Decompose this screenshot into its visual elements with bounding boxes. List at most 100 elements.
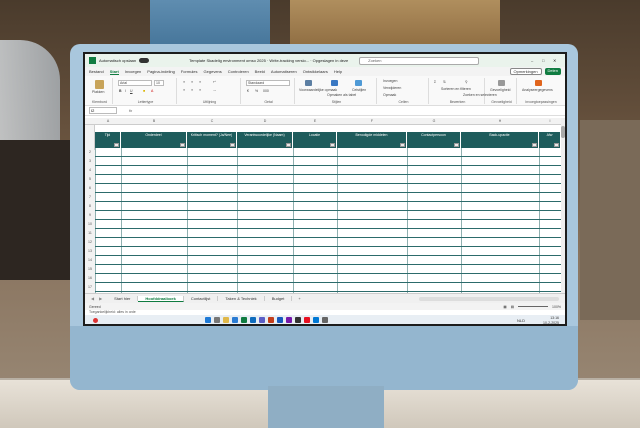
find-select-icon[interactable]: ⚲ (465, 80, 468, 84)
align-center-icon[interactable]: ≡ (191, 88, 193, 92)
table-header-cell[interactable]: Tijd (95, 132, 121, 148)
filter-dropdown-icon[interactable] (330, 143, 335, 147)
store-icon[interactable] (313, 317, 319, 323)
filter-dropdown-icon[interactable] (400, 143, 405, 147)
column-letter[interactable]: E (310, 119, 320, 123)
table-row[interactable] (95, 157, 561, 166)
normal-view-icon[interactable]: ▦ (503, 305, 506, 309)
comments-button[interactable]: Opmerkingen (509, 68, 542, 75)
row-number[interactable]: 7 (85, 195, 95, 204)
zoom-slider[interactable] (518, 306, 549, 307)
currency-icon[interactable]: € (247, 89, 249, 93)
table-row[interactable] (95, 193, 561, 202)
table-header-cell[interactable]: Kritisch moment? (Ja/Nee) (187, 132, 237, 148)
font-color-icon[interactable]: A (151, 89, 153, 93)
table-header-cell[interactable]: Benodigde middelen (337, 132, 407, 148)
font-size-select[interactable]: 10 (154, 80, 164, 86)
align-bottom-icon[interactable]: ≡ (199, 80, 201, 84)
row-number[interactable]: 14 (85, 258, 95, 267)
row-number[interactable]: 3 (85, 159, 95, 168)
name-box[interactable]: I2 (89, 107, 117, 114)
paste-icon[interactable] (95, 80, 104, 89)
table-row[interactable] (95, 265, 561, 274)
tab-insert[interactable]: Invoegen (125, 69, 141, 74)
terminal-icon[interactable] (295, 317, 301, 323)
sheet-tab-tasks[interactable]: Taken & Techniek (218, 296, 265, 301)
page-layout-view-icon[interactable]: ▤ (511, 305, 514, 309)
maximize-icon[interactable]: □ (542, 58, 550, 64)
underline-icon[interactable]: U (130, 89, 133, 93)
table-row[interactable] (95, 148, 561, 157)
align-top-icon[interactable]: ≡ (183, 80, 185, 84)
row-number[interactable]: 4 (85, 168, 95, 177)
row-number[interactable]: 11 (85, 231, 95, 240)
italic-icon[interactable]: I (125, 89, 126, 93)
search-input[interactable]: Zoeken (359, 56, 480, 65)
start-icon[interactable] (205, 317, 211, 323)
autosave-toggle[interactable] (139, 58, 150, 63)
number-format-select[interactable]: Standaard (246, 80, 290, 86)
table-row[interactable] (95, 229, 561, 238)
wrap-text-icon[interactable]: ↵ (213, 80, 216, 84)
column-letter[interactable]: H (495, 119, 505, 123)
column-letter[interactable]: A (103, 119, 113, 123)
excel-taskbar-icon[interactable] (241, 317, 247, 323)
row-number[interactable]: 12 (85, 240, 95, 249)
align-middle-icon[interactable]: ≡ (191, 80, 193, 84)
onenote-icon[interactable] (286, 317, 292, 323)
filter-dropdown-icon[interactable] (532, 143, 537, 147)
file-explorer-icon[interactable] (223, 317, 229, 323)
word-icon[interactable] (277, 317, 283, 323)
powerpoint-icon[interactable] (268, 317, 274, 323)
tab-home[interactable]: Start (109, 69, 119, 75)
settings-icon[interactable] (322, 317, 328, 323)
table-header-cell[interactable]: Locatie (293, 132, 337, 148)
fill-color-icon[interactable]: ■ (143, 89, 145, 93)
table-row[interactable] (95, 283, 561, 292)
table-row[interactable] (95, 184, 561, 193)
row-number[interactable]: 10 (85, 222, 95, 231)
sheet-tab-start[interactable]: Start hier (107, 296, 139, 301)
tab-help[interactable]: Help (334, 69, 342, 74)
teams-icon[interactable] (259, 317, 265, 323)
row-number[interactable]: 2 (85, 150, 95, 159)
filter-dropdown-icon[interactable] (554, 143, 559, 147)
column-letter[interactable]: D (260, 119, 270, 123)
table-header-cell[interactable]: Afw (539, 132, 561, 148)
notification-icon[interactable] (93, 318, 98, 323)
column-letter[interactable]: C (207, 119, 217, 123)
tab-data[interactable]: Gegevens (204, 69, 222, 74)
app-red-icon[interactable] (304, 317, 310, 323)
table-row[interactable] (95, 238, 561, 247)
vertical-scroll-thumb[interactable] (561, 126, 565, 138)
conditional-format-icon[interactable] (305, 80, 312, 86)
outlook-icon[interactable] (250, 317, 256, 323)
row-number[interactable]: 9 (85, 213, 95, 222)
filter-dropdown-icon[interactable] (180, 143, 185, 147)
horizontal-scrollbar[interactable] (419, 296, 559, 301)
close-icon[interactable]: ✕ (553, 58, 561, 64)
tab-automate[interactable]: Automatiseren (271, 69, 297, 74)
insert-cells-button[interactable]: Invoegen (383, 79, 397, 83)
cell-styles-icon[interactable] (355, 80, 362, 86)
tab-formulas[interactable]: Formules (181, 69, 198, 74)
document-title[interactable]: Template Skadelig environment omso 2025 … (189, 58, 349, 63)
tab-file[interactable]: Bestand (89, 69, 104, 74)
tab-scroll-left-icon[interactable]: ◀ (91, 296, 94, 301)
vertical-scrollbar[interactable] (561, 118, 565, 293)
table-header-cell[interactable]: Onderdeel (121, 132, 187, 148)
percent-icon[interactable]: % (255, 89, 258, 93)
column-letter[interactable]: G (429, 119, 439, 123)
analyze-data-icon[interactable] (535, 80, 542, 86)
share-button[interactable]: Delen (544, 68, 561, 75)
sheet-tab-main[interactable]: Hoofddraaiboek (138, 295, 184, 302)
column-letter[interactable]: F (367, 119, 377, 123)
sheet-tab-budget[interactable]: Budget (265, 296, 293, 301)
row-number[interactable]: 6 (85, 186, 95, 195)
align-right-icon[interactable]: ≡ (199, 88, 201, 92)
table-row[interactable] (95, 211, 561, 220)
format-table-icon[interactable] (331, 80, 338, 86)
table-header-cell[interactable]: Contactpersoon (407, 132, 461, 148)
add-sheet-button[interactable]: + (298, 296, 300, 301)
sheet-tab-contacts[interactable]: Contactlijst (184, 296, 219, 301)
